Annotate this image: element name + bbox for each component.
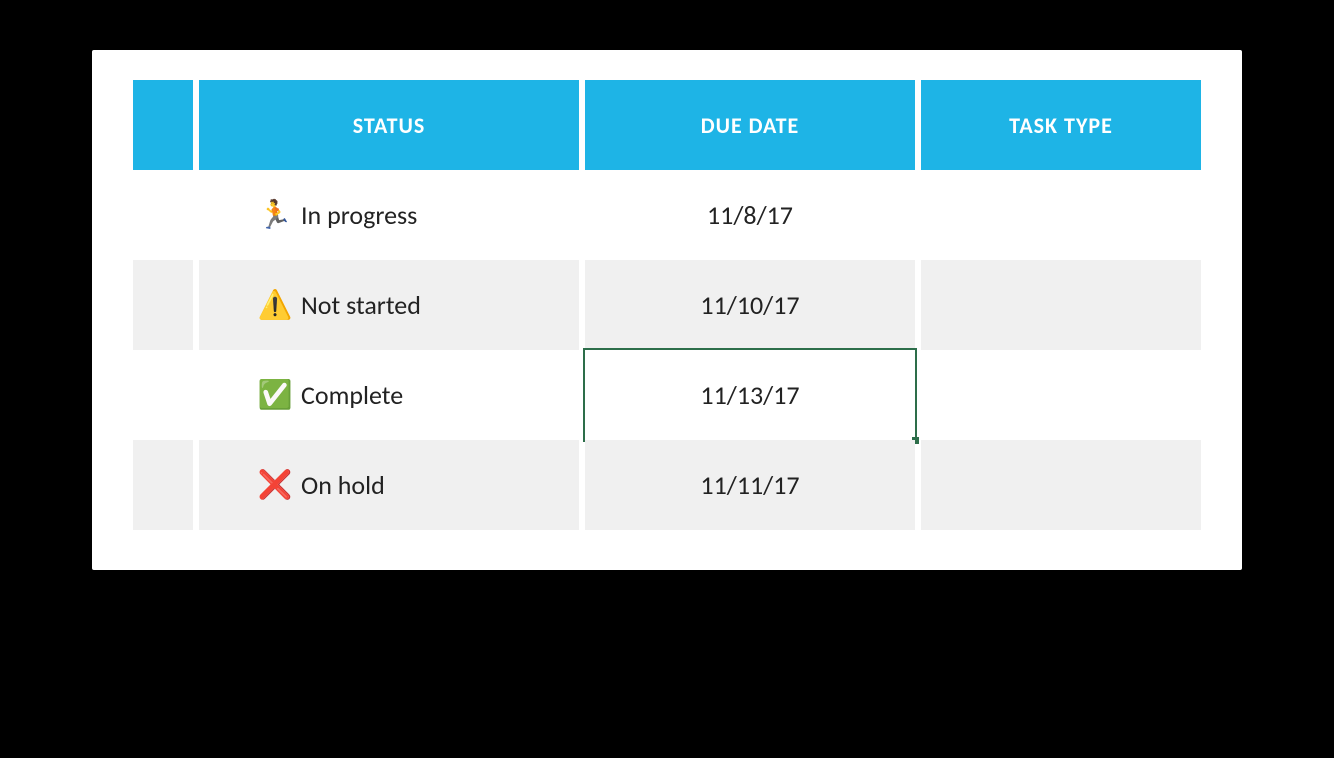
due-date-value: 11/11/17 (700, 469, 799, 501)
blank-cell[interactable] (133, 350, 193, 440)
status-cell[interactable]: ✅ Complete (199, 350, 579, 440)
status-cell[interactable]: 🏃 In progress (199, 170, 579, 260)
status-label: In progress (301, 199, 417, 231)
task-type-cell[interactable] (921, 440, 1201, 530)
running-icon: 🏃 (259, 199, 291, 231)
due-date-cell[interactable]: 11/10/17 (585, 260, 915, 350)
due-date-value: 11/8/17 (707, 199, 793, 231)
table-body: 🏃 In progress 11/8/17 ⚠️ Not started (133, 170, 1201, 530)
header-task-type[interactable]: TASK TYPE (921, 80, 1201, 170)
status-label: Complete (301, 379, 403, 411)
status-cell[interactable]: ⚠️ Not started (199, 260, 579, 350)
table-row: ⚠️ Not started 11/10/17 (133, 260, 1201, 350)
warning-icon: ⚠️ (259, 289, 291, 321)
due-date-value: 11/13/17 (700, 379, 799, 411)
blank-cell[interactable] (133, 260, 193, 350)
blank-cell[interactable] (133, 440, 193, 530)
status-cell[interactable]: ❌ On hold (199, 440, 579, 530)
table-row: ❌ On hold 11/11/17 (133, 440, 1201, 530)
status-label: Not started (301, 289, 421, 321)
header-due-date[interactable]: DUE DATE (585, 80, 915, 170)
due-date-cell[interactable]: 11/8/17 (585, 170, 915, 260)
header-status[interactable]: STATUS (199, 80, 579, 170)
table-row: ✅ Complete 11/13/17 (133, 350, 1201, 440)
blank-cell[interactable] (133, 170, 193, 260)
status-label: On hold (301, 469, 385, 501)
task-type-cell[interactable] (921, 350, 1201, 440)
due-date-value: 11/10/17 (700, 289, 799, 321)
table-row: 🏃 In progress 11/8/17 (133, 170, 1201, 260)
task-type-cell[interactable] (921, 170, 1201, 260)
task-table: STATUS DUE DATE TASK TYPE 🏃 In progress … (127, 80, 1207, 530)
header-row: STATUS DUE DATE TASK TYPE (133, 80, 1201, 170)
table-card: STATUS DUE DATE TASK TYPE 🏃 In progress … (92, 50, 1242, 570)
check-icon: ✅ (259, 379, 291, 411)
header-blank (133, 80, 193, 170)
task-type-cell[interactable] (921, 260, 1201, 350)
due-date-cell[interactable]: 11/11/17 (585, 440, 915, 530)
due-date-cell[interactable]: 11/13/17 (585, 350, 915, 440)
cross-icon: ❌ (259, 469, 291, 501)
